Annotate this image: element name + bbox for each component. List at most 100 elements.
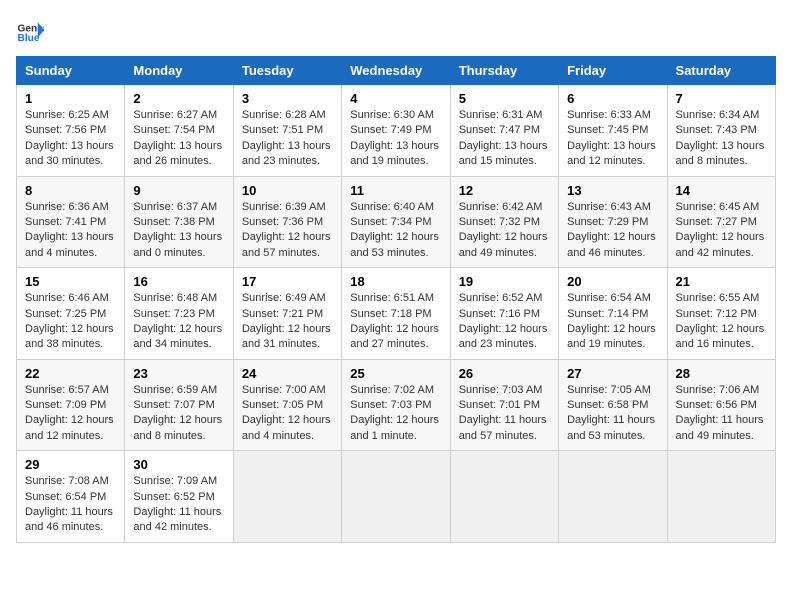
day-number: 11: [350, 183, 441, 198]
calendar-cell: 23 Sunrise: 6:59 AM Sunset: 7:07 PM Dayl…: [125, 359, 233, 451]
calendar-cell: 7 Sunrise: 6:34 AM Sunset: 7:43 PM Dayli…: [667, 85, 775, 177]
calendar-week-row: 1 Sunrise: 6:25 AM Sunset: 7:56 PM Dayli…: [17, 85, 776, 177]
sunset-label: Sunset: 6:52 PM: [133, 491, 214, 503]
daylight-label: Daylight: 12 hours and 4 minutes.: [242, 414, 331, 441]
page-header: General Blue: [16, 16, 776, 44]
calendar-week-row: 15 Sunrise: 6:46 AM Sunset: 7:25 PM Dayl…: [17, 268, 776, 360]
calendar-cell: 26 Sunrise: 7:03 AM Sunset: 7:01 PM Dayl…: [450, 359, 558, 451]
day-number: 22: [25, 366, 116, 381]
calendar-cell: 22 Sunrise: 6:57 AM Sunset: 7:09 PM Dayl…: [17, 359, 125, 451]
sunrise-label: Sunrise: 6:39 AM: [242, 201, 326, 213]
sunrise-label: Sunrise: 6:57 AM: [25, 384, 109, 396]
calendar-cell: 28 Sunrise: 7:06 AM Sunset: 6:56 PM Dayl…: [667, 359, 775, 451]
day-number: 7: [676, 91, 767, 106]
daylight-label: Daylight: 11 hours and 57 minutes.: [459, 414, 547, 441]
sunrise-label: Sunrise: 6:54 AM: [567, 292, 651, 304]
daylight-label: Daylight: 12 hours and 34 minutes.: [133, 323, 222, 350]
day-info: Sunrise: 7:00 AM Sunset: 7:05 PM Dayligh…: [242, 383, 333, 445]
calendar-cell: 3 Sunrise: 6:28 AM Sunset: 7:51 PM Dayli…: [233, 85, 341, 177]
day-info: Sunrise: 6:42 AM Sunset: 7:32 PM Dayligh…: [459, 200, 550, 262]
calendar-week-row: 22 Sunrise: 6:57 AM Sunset: 7:09 PM Dayl…: [17, 359, 776, 451]
day-number: 13: [567, 183, 658, 198]
sunrise-label: Sunrise: 6:36 AM: [25, 201, 109, 213]
calendar-cell: 15 Sunrise: 6:46 AM Sunset: 7:25 PM Dayl…: [17, 268, 125, 360]
day-info: Sunrise: 6:28 AM Sunset: 7:51 PM Dayligh…: [242, 108, 333, 170]
sunset-label: Sunset: 7:21 PM: [242, 308, 323, 320]
calendar-cell: 21 Sunrise: 6:55 AM Sunset: 7:12 PM Dayl…: [667, 268, 775, 360]
day-info: Sunrise: 6:27 AM Sunset: 7:54 PM Dayligh…: [133, 108, 224, 170]
sunset-label: Sunset: 7:34 PM: [350, 216, 431, 228]
sunrise-label: Sunrise: 6:42 AM: [459, 201, 543, 213]
daylight-label: Daylight: 13 hours and 0 minutes.: [133, 231, 222, 258]
calendar-cell: 25 Sunrise: 7:02 AM Sunset: 7:03 PM Dayl…: [342, 359, 450, 451]
sunrise-label: Sunrise: 6:43 AM: [567, 201, 651, 213]
sunset-label: Sunset: 7:32 PM: [459, 216, 540, 228]
calendar-cell: 30 Sunrise: 7:09 AM Sunset: 6:52 PM Dayl…: [125, 451, 233, 543]
calendar-cell: 1 Sunrise: 6:25 AM Sunset: 7:56 PM Dayli…: [17, 85, 125, 177]
day-number: 17: [242, 274, 333, 289]
sunrise-label: Sunrise: 6:51 AM: [350, 292, 434, 304]
daylight-label: Daylight: 13 hours and 4 minutes.: [25, 231, 114, 258]
sunset-label: Sunset: 7:27 PM: [676, 216, 757, 228]
day-info: Sunrise: 6:31 AM Sunset: 7:47 PM Dayligh…: [459, 108, 550, 170]
daylight-label: Daylight: 11 hours and 46 minutes.: [25, 506, 113, 533]
day-number: 20: [567, 274, 658, 289]
calendar-cell: [233, 451, 341, 543]
sunset-label: Sunset: 7:23 PM: [133, 308, 214, 320]
sunset-label: Sunset: 6:58 PM: [567, 399, 648, 411]
calendar-cell: 5 Sunrise: 6:31 AM Sunset: 7:47 PM Dayli…: [450, 85, 558, 177]
calendar-cell: 24 Sunrise: 7:00 AM Sunset: 7:05 PM Dayl…: [233, 359, 341, 451]
daylight-label: Daylight: 12 hours and 1 minute.: [350, 414, 439, 441]
daylight-label: Daylight: 12 hours and 16 minutes.: [676, 323, 765, 350]
sunrise-label: Sunrise: 7:06 AM: [676, 384, 760, 396]
sunset-label: Sunset: 7:09 PM: [25, 399, 106, 411]
daylight-label: Daylight: 13 hours and 19 minutes.: [350, 140, 439, 167]
day-info: Sunrise: 7:05 AM Sunset: 6:58 PM Dayligh…: [567, 383, 658, 445]
daylight-label: Daylight: 13 hours and 26 minutes.: [133, 140, 222, 167]
day-number: 2: [133, 91, 224, 106]
day-number: 14: [676, 183, 767, 198]
calendar-header: SundayMondayTuesdayWednesdayThursdayFrid…: [17, 57, 776, 85]
sunrise-label: Sunrise: 6:33 AM: [567, 109, 651, 121]
day-info: Sunrise: 6:48 AM Sunset: 7:23 PM Dayligh…: [133, 291, 224, 353]
calendar-cell: 4 Sunrise: 6:30 AM Sunset: 7:49 PM Dayli…: [342, 85, 450, 177]
calendar-week-row: 29 Sunrise: 7:08 AM Sunset: 6:54 PM Dayl…: [17, 451, 776, 543]
daylight-label: Daylight: 12 hours and 53 minutes.: [350, 231, 439, 258]
daylight-label: Daylight: 12 hours and 42 minutes.: [676, 231, 765, 258]
calendar-cell: 20 Sunrise: 6:54 AM Sunset: 7:14 PM Dayl…: [559, 268, 667, 360]
sunset-label: Sunset: 7:29 PM: [567, 216, 648, 228]
sunset-label: Sunset: 7:18 PM: [350, 308, 431, 320]
sunrise-label: Sunrise: 6:55 AM: [676, 292, 760, 304]
day-number: 24: [242, 366, 333, 381]
calendar-cell: 29 Sunrise: 7:08 AM Sunset: 6:54 PM Dayl…: [17, 451, 125, 543]
calendar-cell: 10 Sunrise: 6:39 AM Sunset: 7:36 PM Dayl…: [233, 176, 341, 268]
sunset-label: Sunset: 7:16 PM: [459, 308, 540, 320]
sunset-label: Sunset: 7:56 PM: [25, 124, 106, 136]
sunrise-label: Sunrise: 7:00 AM: [242, 384, 326, 396]
daylight-label: Daylight: 12 hours and 31 minutes.: [242, 323, 331, 350]
day-number: 18: [350, 274, 441, 289]
day-info: Sunrise: 6:51 AM Sunset: 7:18 PM Dayligh…: [350, 291, 441, 353]
sunrise-label: Sunrise: 7:09 AM: [133, 475, 217, 487]
weekday-header: Saturday: [667, 57, 775, 85]
calendar-cell: 12 Sunrise: 6:42 AM Sunset: 7:32 PM Dayl…: [450, 176, 558, 268]
weekday-header-row: SundayMondayTuesdayWednesdayThursdayFrid…: [17, 57, 776, 85]
sunset-label: Sunset: 7:12 PM: [676, 308, 757, 320]
day-info: Sunrise: 6:55 AM Sunset: 7:12 PM Dayligh…: [676, 291, 767, 353]
calendar-cell: [450, 451, 558, 543]
day-info: Sunrise: 6:59 AM Sunset: 7:07 PM Dayligh…: [133, 383, 224, 445]
logo: General Blue: [16, 16, 48, 44]
day-info: Sunrise: 6:52 AM Sunset: 7:16 PM Dayligh…: [459, 291, 550, 353]
daylight-label: Daylight: 13 hours and 30 minutes.: [25, 140, 114, 167]
day-info: Sunrise: 6:57 AM Sunset: 7:09 PM Dayligh…: [25, 383, 116, 445]
daylight-label: Daylight: 12 hours and 49 minutes.: [459, 231, 548, 258]
day-number: 9: [133, 183, 224, 198]
sunrise-label: Sunrise: 6:27 AM: [133, 109, 217, 121]
day-info: Sunrise: 7:09 AM Sunset: 6:52 PM Dayligh…: [133, 474, 224, 536]
daylight-label: Daylight: 12 hours and 19 minutes.: [567, 323, 656, 350]
day-info: Sunrise: 7:02 AM Sunset: 7:03 PM Dayligh…: [350, 383, 441, 445]
sunrise-label: Sunrise: 6:40 AM: [350, 201, 434, 213]
day-info: Sunrise: 7:03 AM Sunset: 7:01 PM Dayligh…: [459, 383, 550, 445]
sunset-label: Sunset: 7:51 PM: [242, 124, 323, 136]
sunset-label: Sunset: 7:01 PM: [459, 399, 540, 411]
